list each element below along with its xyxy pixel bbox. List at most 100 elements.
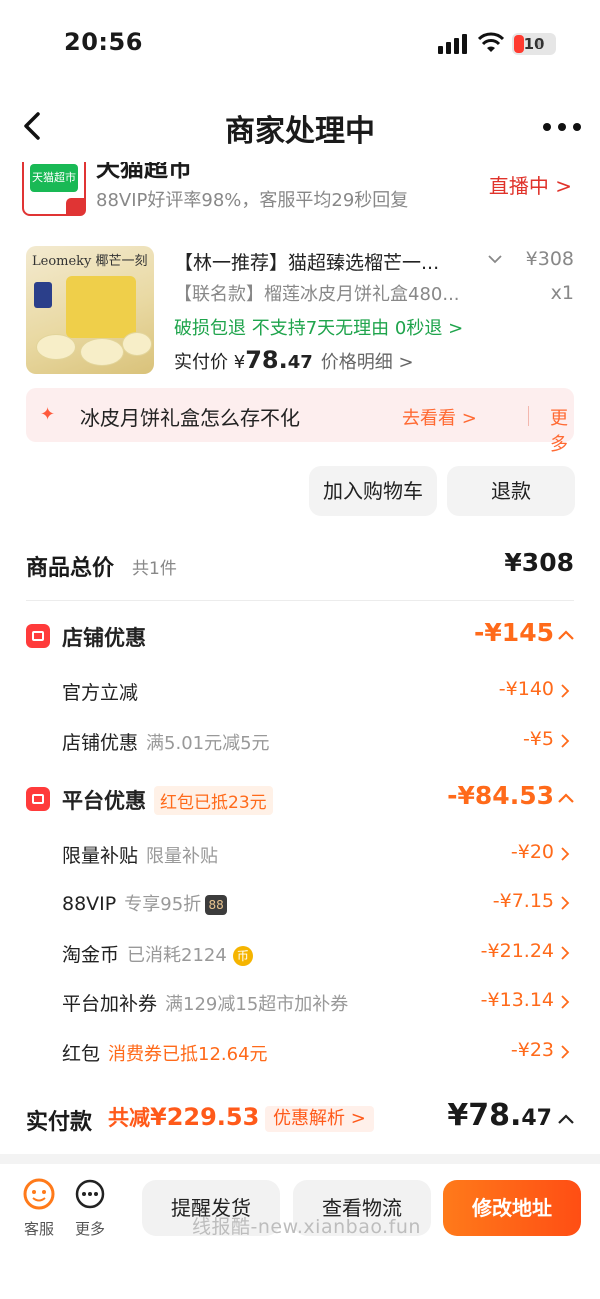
product-quantity: x1 [550,282,574,304]
chevron-right-icon [561,684,570,698]
platform-discount-value: -¥84.53 [447,781,554,810]
discount-row-coupon[interactable]: 平台加补券 满129减15超市加补券 -¥13.14 [0,981,600,1021]
battery-level: 10 [523,35,545,53]
divider [528,406,529,426]
store-discount-value: -¥145 [474,618,554,647]
discount-note: 限量补贴 [146,846,219,867]
shop-logo-text: 天猫超市 [30,164,78,192]
discount-row-official[interactable]: 官方立减 -¥140 [0,670,600,710]
saved-value: ¥229.53 [150,1103,260,1131]
paid-int: 78. [245,346,288,374]
discount-row-coins[interactable]: 淘金币 已消耗2124 币 -¥21.24 [0,932,600,972]
store-discount-group[interactable]: 店铺优惠 -¥145 [0,614,600,658]
discount-value: -¥23 [510,1039,554,1061]
discount-value: -¥7.15 [492,890,554,912]
discount-value: -¥140 [498,678,554,700]
chevron-right-icon [561,1045,570,1059]
discount-label: 官方立减 [62,682,139,704]
platform-discount-label: 平台优惠 [62,789,146,813]
chevron-down-icon[interactable] [488,254,502,264]
coin-icon: 币 [232,945,253,966]
paid-summary: 实付款 共减¥229.53 优惠解析 > ¥78.47 [0,1096,600,1146]
sparkle-icon: ✦ [40,404,56,425]
discount-note: 专享95折 [124,894,202,915]
discount-row-limited[interactable]: 限量补贴 限量补贴 -¥20 [0,833,600,873]
discount-value: -¥5 [522,728,554,750]
battery-icon: 10 [512,33,556,55]
discount-label: 店铺优惠 [62,732,139,754]
saved-prefix: 共减 [108,1106,150,1130]
discount-row-store[interactable]: 店铺优惠 满5.01元减5元 -¥5 [0,720,600,760]
chevron-up-icon[interactable] [558,630,574,640]
nav-bar: 商家处理中 [0,90,600,162]
customer-service-tab[interactable]: 客服 [20,1178,58,1239]
product-spec: 【联名款】榴莲冰皮月饼礼盒480... [174,284,460,305]
chevron-up-icon[interactable] [558,793,574,803]
discount-label: 淘金币 [62,944,120,966]
discount-label: 限量补贴 [62,845,139,867]
shop-name[interactable]: 天猫超市 [96,162,192,183]
red-packet-tag: 红包已抵23元 [154,786,273,815]
tip-more-link[interactable]: 更多 [550,404,574,456]
shop-logo: 天猫超市 [22,162,86,216]
change-address-button[interactable]: 修改地址 [443,1180,581,1236]
chevron-right-icon [561,734,570,748]
price-detail-link[interactable]: 价格明细 > [321,352,414,373]
goods-total-value: ¥308 [504,548,574,577]
more-label: 更多 [74,1220,105,1238]
store-discount-label: 店铺优惠 [62,626,146,650]
discount-analysis-button[interactable]: 优惠解析 > [265,1106,374,1132]
goods-total-label: 商品总价 [26,556,115,581]
discount-note: 满129减15超市加补券 [165,994,349,1015]
chevron-right-icon [561,847,570,861]
divider [0,1154,600,1164]
discount-label: 平台加补券 [62,993,158,1015]
shop-subtitle: 88VIP好评率98%，客服平均29秒回复 [96,190,409,211]
shop-header[interactable]: 天猫超市 天猫超市 88VIP好评率98%，客服平均29秒回复 直播中 > [0,162,600,228]
paid-label: 实付款 [26,1110,93,1135]
add-to-cart-button[interactable]: 加入购物车 [309,466,437,516]
service-tags[interactable]: 破损包退 不支持7天无理由 0秒退 > [174,314,463,340]
wifi-icon [478,32,504,52]
discount-label: 红包 [62,1043,101,1065]
more-icon[interactable] [542,122,582,132]
live-icon [66,198,86,216]
product-paid-price: 实付价 ¥78.47 价格明细 > [174,346,414,374]
product-image[interactable]: Leomeky 椰芒一刻 [26,246,154,374]
paid-total: ¥78.47 [447,1098,552,1133]
red-packet-icon [26,787,50,811]
status-time: 20:56 [64,28,143,56]
tip-banner[interactable]: ✦ 冰皮月饼礼盒怎么存不化 去看看 > 更多 [26,388,574,455]
more-tab[interactable]: 更多 [70,1178,110,1239]
discount-note: 满5.01元减5元 [146,733,270,754]
discount-row-red-packet[interactable]: 红包 消费券已抵12.64元 -¥23 [0,1031,600,1071]
chevron-right-icon [561,896,570,910]
discount-label: 88VIP [62,893,117,915]
page-title: 商家处理中 [225,114,375,149]
paid-dec: 47 [287,352,313,373]
store-icon [26,624,50,648]
status-bar: 20:56 10 [0,0,600,90]
tip-go-link[interactable]: 去看看 > [402,404,477,430]
customer-service-label: 客服 [23,1220,54,1238]
divider [26,600,574,601]
product-title[interactable]: 【林一推荐】猫超臻选榴芒一... [174,248,474,275]
tip-text[interactable]: 冰皮月饼礼盒怎么存不化 [80,402,300,431]
goods-total: 商品总价 共1件 ¥308 [0,540,600,590]
live-link[interactable]: 直播中 > [489,170,572,199]
customer-service-icon [23,1178,55,1210]
product-item[interactable]: Leomeky 椰芒一刻 【林一推荐】猫超臻选榴芒一... ¥308 【联名款】… [0,244,600,380]
vip-badge-icon: 88 [205,894,228,915]
chevron-right-icon [561,995,570,1009]
discount-row-88vip[interactable]: 88VIP 专享95折 88 -¥7.15 [0,882,600,922]
platform-discount-group[interactable]: 平台优惠 红包已抵23元 -¥84.53 [0,777,600,821]
refund-button[interactable]: 退款 [447,466,575,516]
product-price: ¥308 [525,248,574,270]
more-circle-icon [75,1179,105,1209]
paid-prefix: 实付价 ¥ [174,352,246,373]
chevron-up-icon[interactable] [558,1114,574,1124]
saved-amount: 共减¥229.53 [108,1102,259,1132]
product-image-brand: Leomeky 椰芒一刻 [32,254,148,269]
discount-value: -¥13.14 [480,989,554,1011]
discount-note: 消费券已抵12.64元 [108,1044,268,1065]
